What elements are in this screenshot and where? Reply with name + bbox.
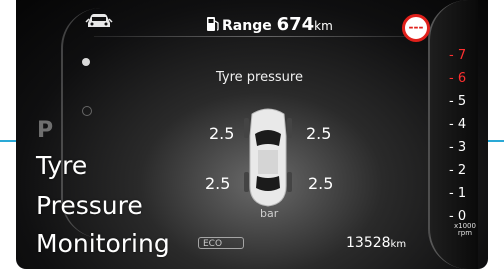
rpm-unit-label: x1000 rpm (454, 223, 476, 237)
top-divider (94, 36, 426, 37)
screen-title: Tyre pressure (216, 70, 303, 85)
accent-line-right (488, 140, 504, 142)
overlay-title-line-2: Pressure (36, 191, 143, 220)
overlay-title-line-3: Monitoring (36, 229, 170, 258)
range-display: Range 674km (222, 14, 333, 35)
pressure-rear-left: 2.5 (205, 174, 231, 193)
tach-tick-4: - 4 (449, 117, 467, 132)
fuel-pump-icon (207, 17, 219, 31)
pressure-rear-right: 2.5 (308, 174, 334, 193)
pressure-front-right: 2.5 (306, 124, 332, 143)
tach-tick-6: - 6 (449, 71, 467, 86)
range-unit: km (314, 19, 333, 33)
car-top-view-icon (244, 108, 292, 207)
tach-tick-1: - 1 (449, 186, 467, 201)
tach-tick-2: - 2 (449, 163, 467, 178)
gear-indicator: P (37, 118, 54, 143)
no-entry-icon: --- (402, 14, 430, 42)
indicator-dot-inactive (82, 106, 92, 116)
range-label: Range (222, 18, 272, 34)
eco-mode-badge: ECO (198, 237, 244, 249)
screenshot-stage: Range 674km --- Tyre pressure 2.5 2.5 2.… (0, 0, 504, 269)
indicator-dot-active (82, 58, 90, 66)
rpm-unit: rpm (457, 229, 473, 237)
car-front-icon (85, 14, 113, 27)
overlay-title-line-1: Tyre (36, 151, 88, 180)
pressure-unit: bar (260, 207, 279, 220)
tach-tick-7: - 7 (449, 48, 467, 63)
odometer-value: 13528 (346, 235, 391, 251)
odometer-unit: km (390, 239, 407, 250)
tach-tick-5: - 5 (449, 94, 467, 109)
range-value: 674 (276, 14, 315, 35)
pressure-front-left: 2.5 (209, 124, 235, 143)
tach-tick-3: - 3 (449, 140, 467, 155)
odometer: 13528km (346, 235, 406, 251)
